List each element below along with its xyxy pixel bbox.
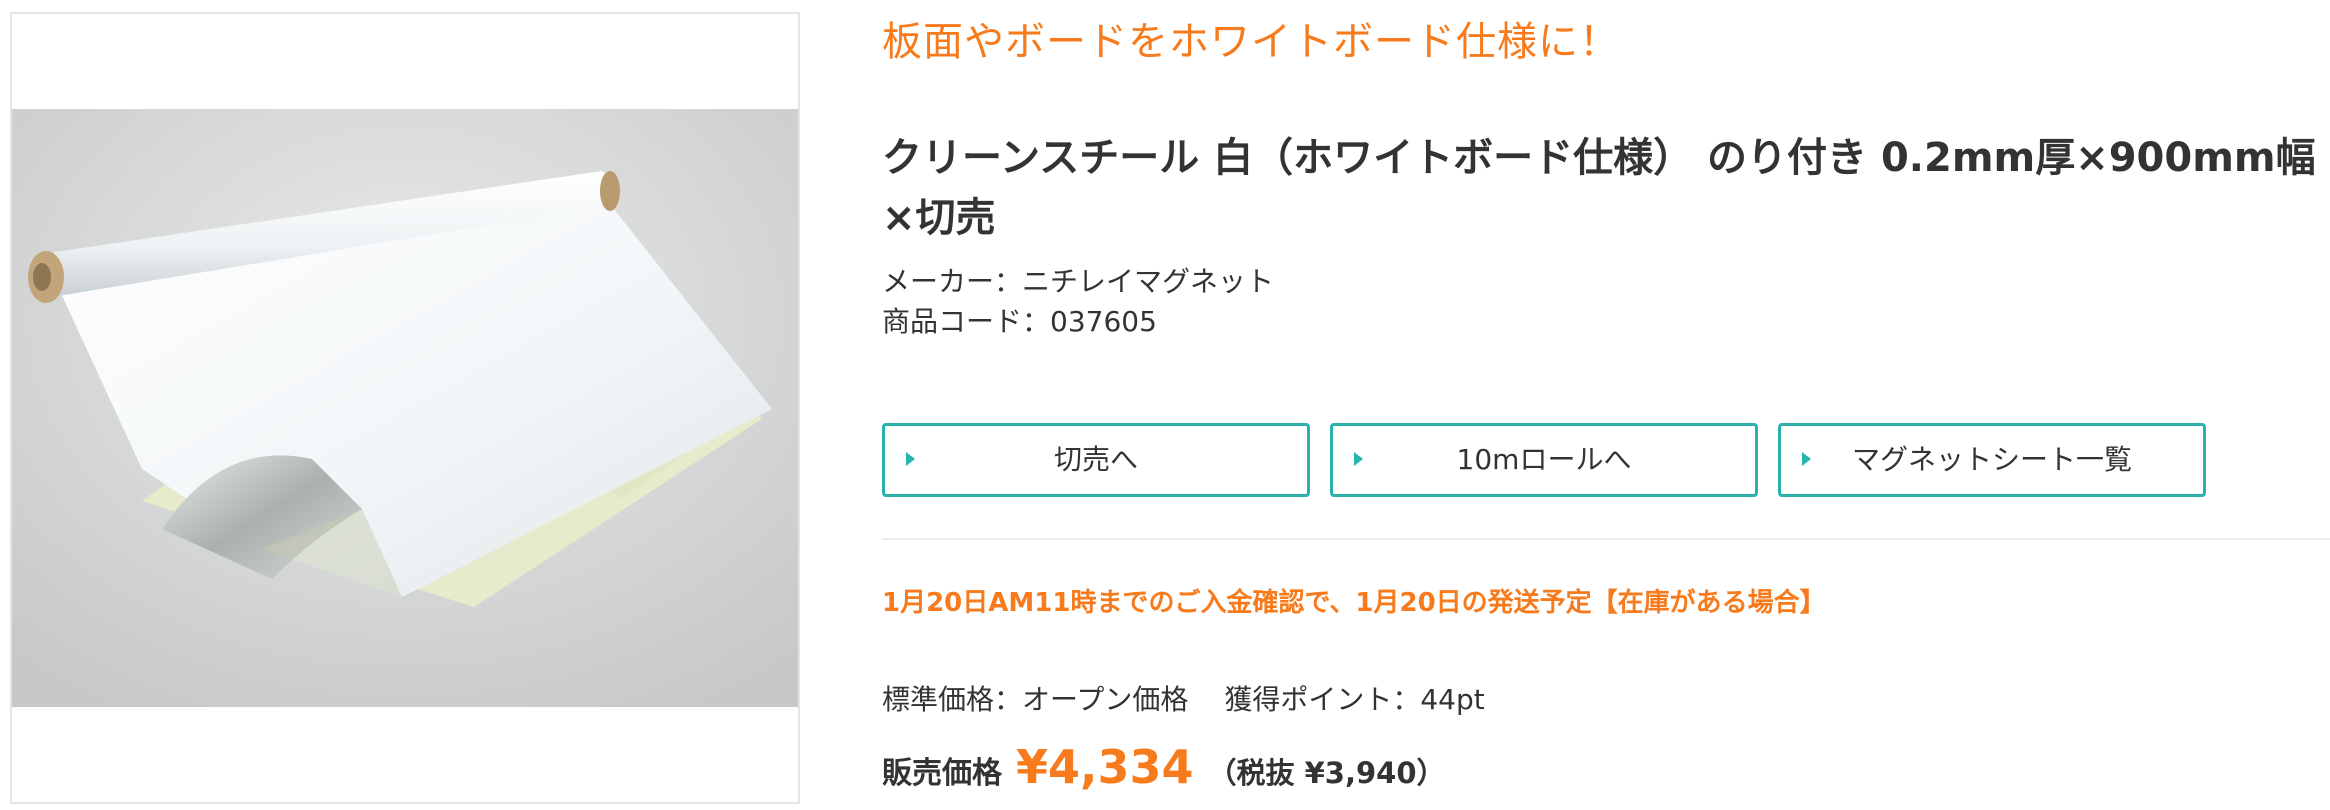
roll-10m-button-label: 10mロールへ (1456, 443, 1632, 476)
magnet-sheet-list-button[interactable]: マグネットシート一覧 (1778, 423, 2206, 497)
product-title: クリーンスチール 白（ホワイトボード仕様） のり付き 0.2mm厚×900mm幅… (882, 135, 2316, 241)
sale-price-label: 販売価格 (882, 756, 1002, 791)
roll-10m-button[interactable]: 10mロールへ (1330, 423, 1758, 497)
shipping-notice: 1月20日AM11時までのご入金確認で、1月20日の発送予定【在庫がある場合】 (882, 588, 1826, 618)
cut-sale-button-label: 切売へ (1053, 443, 1138, 476)
product-image-frame (10, 12, 800, 804)
product-tagline: 板面やボードをホワイトボード仕様に！ (882, 19, 1620, 65)
product-code-text: 商品コード：037605 (882, 305, 1157, 338)
points-text: 獲得ポイント：44pt (1224, 683, 1485, 716)
maker-text: メーカー：ニチレイマグネット (882, 265, 1275, 298)
product-image[interactable] (12, 109, 798, 707)
sale-price-row: 販売価格 ¥4,334 （税抜 ¥3,940） (882, 740, 1446, 802)
price-info: 標準価格：オープン価格 獲得ポイント：44pt (882, 680, 1485, 720)
magnet-sheet-list-button-label: マグネットシート一覧 (1851, 443, 2132, 476)
section-divider (882, 538, 2330, 540)
sale-price: ¥4,334 (1016, 740, 1194, 794)
tax-excluded-price: （税抜 ¥3,940） (1207, 756, 1446, 790)
cut-sale-button[interactable]: 切売へ (882, 423, 1310, 497)
standard-price-text: 標準価格：オープン価格 (882, 683, 1189, 716)
